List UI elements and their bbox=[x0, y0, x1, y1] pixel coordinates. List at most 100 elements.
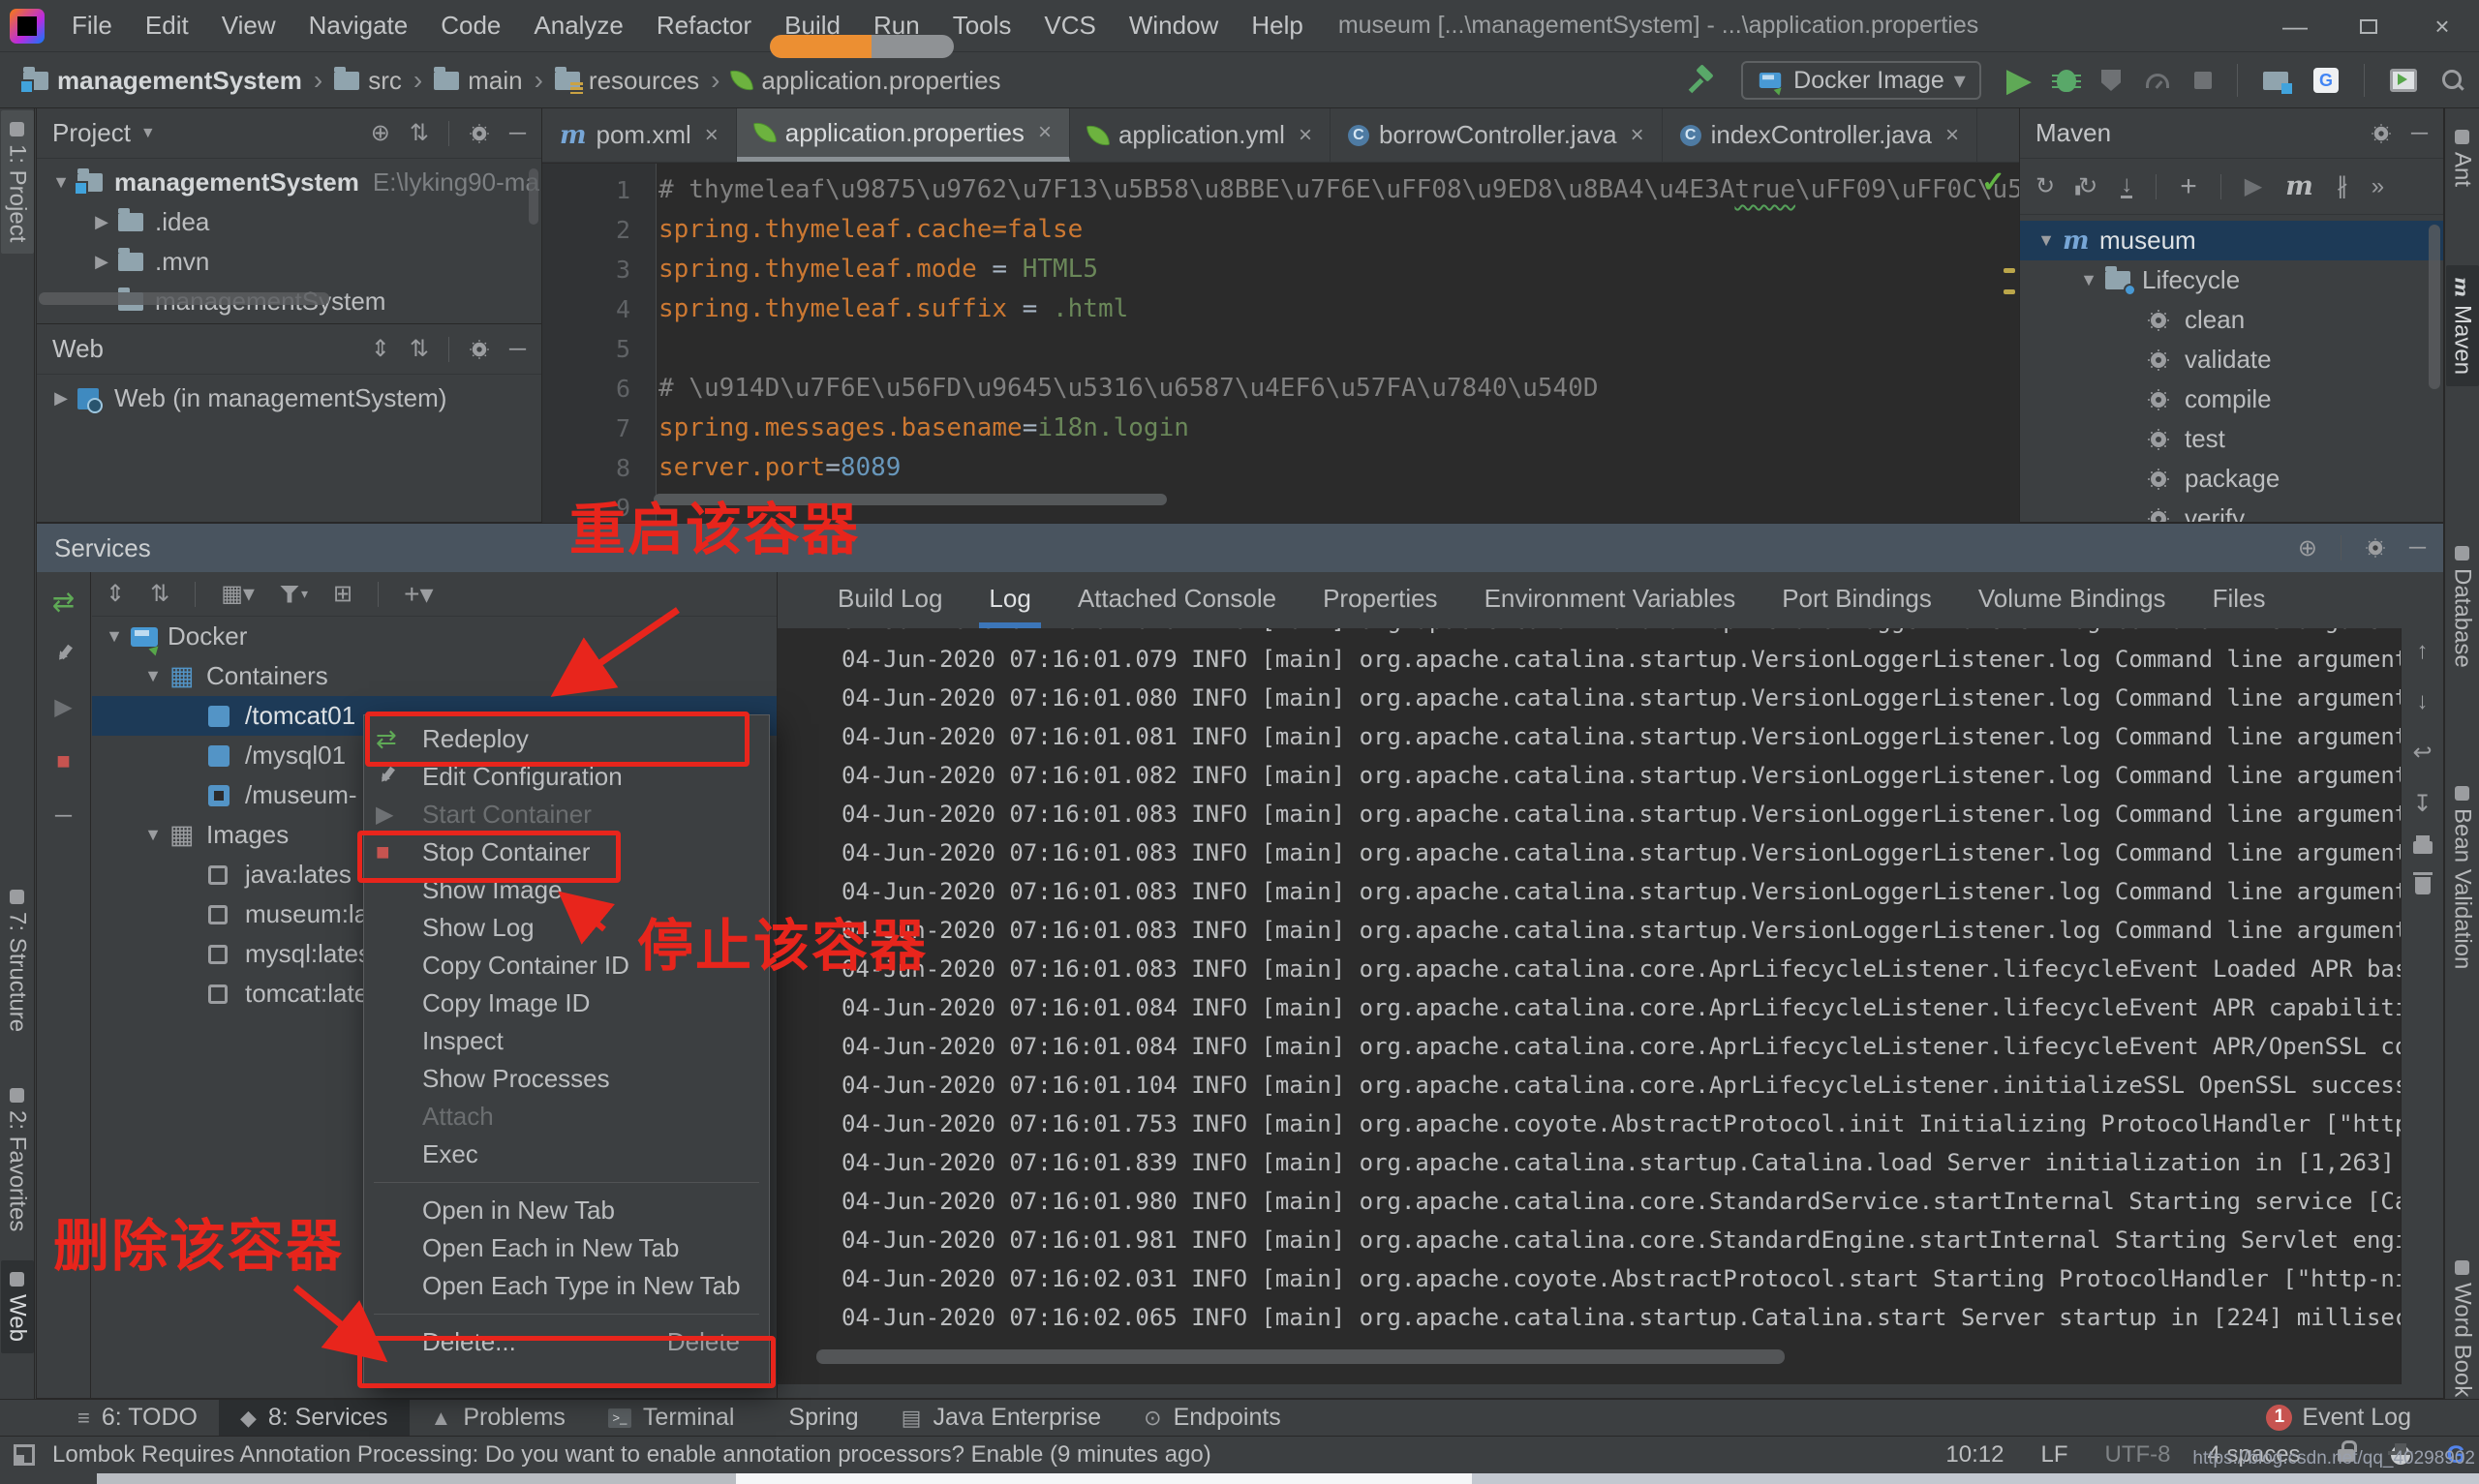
horizontal-scrollbar[interactable] bbox=[816, 1349, 1785, 1364]
skip-tests-icon[interactable]: ∦ bbox=[2337, 172, 2348, 200]
translate-icon[interactable] bbox=[2313, 68, 2339, 93]
vertical-scrollbar[interactable] bbox=[2429, 225, 2440, 389]
menu-view[interactable]: View bbox=[208, 7, 290, 45]
run-icon[interactable]: ▶ bbox=[54, 693, 72, 721]
log-tab-files[interactable]: Files bbox=[2189, 572, 2289, 628]
run-button[interactable]: ▶ bbox=[2006, 61, 2032, 100]
scroll-down-icon[interactable]: ↓ bbox=[2417, 688, 2429, 715]
toolwindow-button-6-todo[interactable]: ≡ 6: TODO bbox=[56, 1400, 219, 1437]
scroll-up-icon[interactable]: ↑ bbox=[2417, 638, 2429, 665]
tree-node-web-in-managementsystem[interactable]: ▶ Web (in managementSystem) bbox=[37, 379, 541, 418]
log-tab-build-log[interactable]: Build Log bbox=[814, 572, 965, 628]
tree-node-test[interactable]: test bbox=[2020, 419, 2443, 459]
add-service-frame-icon[interactable]: ⊞ bbox=[333, 580, 352, 608]
build-hammer-icon[interactable] bbox=[1689, 67, 1716, 94]
context-menu-item-copy-image-id[interactable]: Copy Image ID bbox=[364, 984, 769, 1022]
hide-panel-icon[interactable]: ─ bbox=[509, 336, 526, 363]
open-recent-icon[interactable] bbox=[2263, 71, 2292, 94]
tree-node-museum[interactable]: ▼ museum bbox=[2020, 221, 2443, 260]
more-icon[interactable]: » bbox=[2372, 173, 2384, 200]
breadcrumb-item[interactable]: application.properties bbox=[727, 66, 1004, 96]
toolwindow-button-8-services[interactable]: ◆ 8: Services bbox=[218, 1399, 410, 1437]
debug-button[interactable] bbox=[2052, 69, 2081, 92]
collapse-all-icon[interactable]: ⇅ bbox=[410, 335, 429, 363]
context-menu-item-inspect[interactable]: Inspect bbox=[364, 1022, 769, 1060]
profiler-button[interactable] bbox=[2146, 73, 2169, 88]
menu-vcs[interactable]: VCS bbox=[1030, 7, 1109, 45]
tree-node-validate[interactable]: validate bbox=[2020, 340, 2443, 379]
tree-node-lifecycle[interactable]: ▼ Lifecycle bbox=[2020, 260, 2443, 300]
editor-tab-application-yml[interactable]: application.yml × bbox=[1070, 108, 1331, 162]
cursor-position[interactable]: 10:12 bbox=[1945, 1441, 2004, 1469]
toolwindow-button-web[interactable]: Web bbox=[0, 1260, 34, 1353]
tree-node-verify[interactable]: verify bbox=[2020, 499, 2443, 522]
soft-wrap-icon[interactable]: ↩ bbox=[2412, 739, 2432, 767]
context-menu-item-open-in-new-tab[interactable]: Open in New Tab bbox=[364, 1192, 769, 1229]
menu-tools[interactable]: Tools bbox=[939, 7, 1025, 45]
tree-node-managementsystem[interactable]: ▼ managementSystem E:\lyking90-ma bbox=[37, 163, 541, 202]
filter-icon[interactable]: ▾ bbox=[279, 585, 308, 603]
code-editor[interactable]: 123456789 # thymeleaf\u9875\u9762\u7F13\… bbox=[542, 164, 2019, 523]
editor-tab-borrowcontroller-java[interactable]: borrowController.java× bbox=[1331, 108, 1663, 162]
tree-expanded-arrow-icon[interactable]: ▼ bbox=[98, 626, 131, 647]
menu-window[interactable]: Window bbox=[1116, 7, 1232, 45]
toolwindow-button-maven[interactable]: Maven bbox=[2445, 265, 2479, 387]
event-log-button[interactable]: 1 Event Log bbox=[2266, 1399, 2411, 1436]
tree-expanded-arrow-icon[interactable]: ▼ bbox=[45, 172, 77, 193]
tree-node-docker[interactable]: ▼ Docker bbox=[92, 617, 777, 656]
toolwindow-toggle-icon[interactable] bbox=[14, 1444, 35, 1466]
close-tab-icon[interactable]: × bbox=[705, 122, 719, 149]
toolwindow-button-java-enterprise[interactable]: ▤ Java Enterprise bbox=[880, 1400, 1123, 1437]
maximize-button[interactable] bbox=[2332, 0, 2405, 52]
hide-panel-icon[interactable]: ─ bbox=[2411, 120, 2428, 147]
expand-all-icon[interactable]: ⇕ bbox=[106, 580, 125, 608]
run-configuration-select[interactable]: Docker Image ▾ bbox=[1741, 61, 1981, 100]
group-by-icon[interactable]: ▦▾ bbox=[221, 580, 255, 608]
tree-collapsed-arrow-icon[interactable]: ▶ bbox=[85, 212, 118, 232]
gear-icon[interactable] bbox=[2372, 124, 2391, 143]
close-tab-icon[interactable]: × bbox=[1945, 122, 1959, 149]
toolwindow-button-bean-validation[interactable]: Bean Validation bbox=[2446, 774, 2479, 981]
locate-icon[interactable]: ⊕ bbox=[371, 119, 390, 147]
close-tab-icon[interactable]: × bbox=[1299, 122, 1312, 149]
coverage-button[interactable] bbox=[2101, 70, 2121, 91]
print-icon[interactable] bbox=[2412, 835, 2433, 854]
line-ending[interactable]: LF bbox=[2040, 1441, 2067, 1469]
breadcrumb-item[interactable]: main bbox=[430, 66, 526, 96]
horizontal-scrollbar[interactable] bbox=[39, 292, 329, 305]
gear-icon[interactable] bbox=[470, 124, 489, 143]
menu-edit[interactable]: Edit bbox=[132, 7, 202, 45]
breadcrumb-item[interactable]: src bbox=[330, 66, 406, 96]
vertical-scrollbar[interactable] bbox=[529, 168, 538, 225]
tree-expanded-arrow-icon[interactable]: ▼ bbox=[2030, 230, 2063, 251]
tree-node-package[interactable]: package bbox=[2020, 459, 2443, 499]
toolwindow-button-1-project[interactable]: 1: Project bbox=[0, 110, 34, 255]
breadcrumb-item[interactable]: resources bbox=[551, 66, 703, 96]
chevron-down-icon[interactable]: ▼ bbox=[140, 125, 156, 142]
menu-help[interactable]: Help bbox=[1238, 7, 1316, 45]
menu-navigate[interactable]: Navigate bbox=[295, 7, 422, 45]
context-menu-item-show-processes[interactable]: Show Processes bbox=[364, 1060, 769, 1098]
editor-tab-indexcontroller-java[interactable]: indexController.java× bbox=[1663, 108, 1978, 162]
context-menu-item-exec[interactable]: Exec bbox=[364, 1136, 769, 1173]
gear-icon[interactable] bbox=[2366, 538, 2385, 558]
stop-button[interactable] bbox=[2194, 72, 2212, 89]
run-anything-icon[interactable] bbox=[2390, 69, 2417, 92]
close-tab-icon[interactable]: × bbox=[1631, 122, 1644, 149]
tree-node-mvn[interactable]: ▶ .mvn bbox=[37, 242, 541, 282]
minimize-button[interactable]: — bbox=[2258, 0, 2332, 52]
log-tab-attached-console[interactable]: Attached Console bbox=[1055, 572, 1300, 628]
tree-node-idea[interactable]: ▶ .idea bbox=[37, 202, 541, 242]
tree-node-clean[interactable]: clean bbox=[2020, 300, 2443, 340]
add-icon[interactable]: +▾ bbox=[404, 578, 433, 610]
hide-icon[interactable]: ─ bbox=[55, 803, 72, 830]
log-tab-port-bindings[interactable]: Port Bindings bbox=[1759, 572, 1955, 628]
log-tab-volume-bindings[interactable]: Volume Bindings bbox=[1955, 572, 2189, 628]
clear-all-icon[interactable] bbox=[2412, 872, 2433, 894]
context-menu-item-open-each-type-in-new-tab[interactable]: Open Each Type in New Tab bbox=[364, 1267, 769, 1305]
toolwindow-button-problems[interactable]: ▲ Problems bbox=[410, 1400, 587, 1437]
expand-all-icon[interactable]: ⇕ bbox=[371, 335, 390, 363]
reload-folder-icon[interactable]: ↻ ▮ bbox=[2074, 172, 2097, 200]
menu-analyze[interactable]: Analyze bbox=[520, 7, 637, 45]
toolwindow-button-7-structure[interactable]: 7: Structure bbox=[1, 878, 34, 1044]
